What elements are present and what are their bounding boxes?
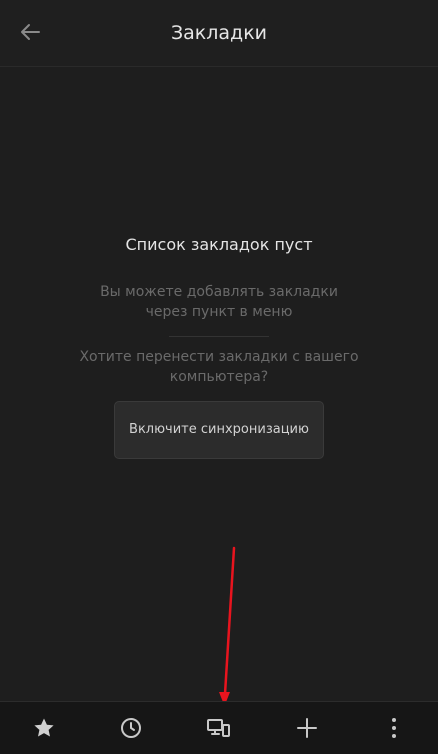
divider <box>169 336 269 337</box>
other-devices-tab-button[interactable] <box>189 702 249 754</box>
bookmarks-screen: Закладки Список закладок пуст Вы можете … <box>0 0 438 754</box>
empty-state-hint: Вы можете добавлять закладки через пункт… <box>100 284 338 320</box>
empty-state-title: Список закладок пуст <box>125 235 313 254</box>
plus-icon <box>296 718 317 738</box>
history-tab-button[interactable] <box>101 702 161 754</box>
devices-icon <box>206 719 230 737</box>
page-title: Закладки <box>170 22 268 44</box>
header: Закладки <box>0 0 438 67</box>
more-vertical-icon <box>392 718 397 738</box>
bookmarks-tab-button[interactable] <box>14 702 74 754</box>
empty-state: Список закладок пуст Вы можете добавлять… <box>0 230 438 459</box>
star-icon <box>34 718 54 737</box>
more-menu-button[interactable] <box>364 702 424 754</box>
empty-state-question: Хотите перенести закладки с вашего компь… <box>79 349 359 385</box>
bottom-toolbar <box>0 701 438 754</box>
clock-icon <box>121 718 142 738</box>
enable-sync-button[interactable]: Включите синхронизацию <box>114 401 324 459</box>
add-button[interactable] <box>277 702 337 754</box>
